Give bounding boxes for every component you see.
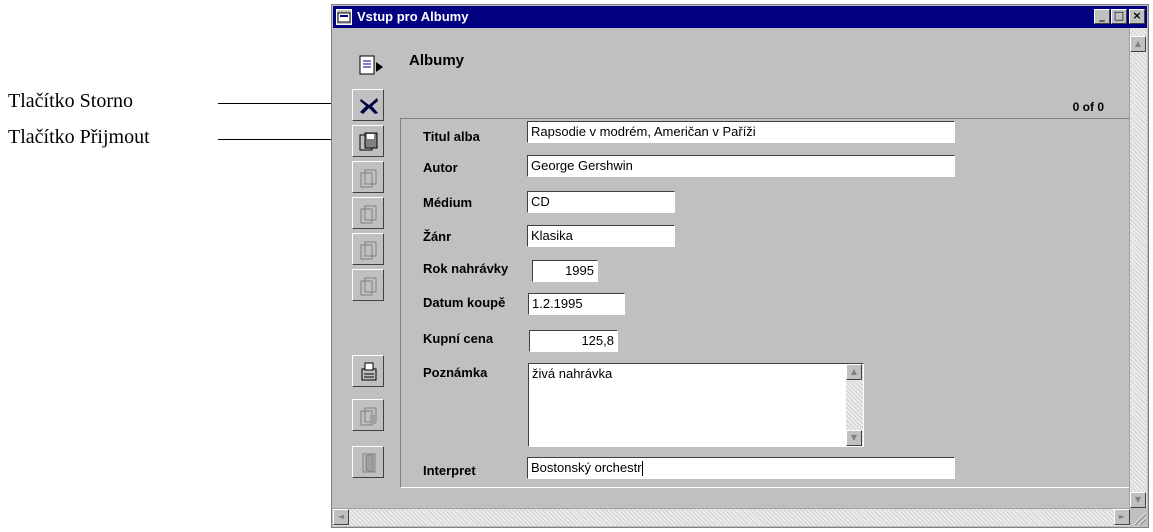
author-label: Autor xyxy=(423,160,458,175)
record-nav-icon xyxy=(360,277,377,296)
genre-field[interactable]: Klasika xyxy=(527,225,675,247)
record-nav-icon xyxy=(360,241,377,260)
note-memo-field[interactable]: živá nahrávka ▲ ▼ xyxy=(528,363,864,447)
next-record-button[interactable] xyxy=(352,233,384,265)
form-menu-icon xyxy=(359,55,383,75)
minimize-button[interactable]: _ xyxy=(1094,9,1110,24)
resize-grip-icon[interactable] xyxy=(1130,509,1147,526)
form-menu-button[interactable] xyxy=(352,47,384,79)
cancel-x-icon xyxy=(360,98,378,114)
purchase-date-field[interactable]: 1.2.1995 xyxy=(528,293,625,315)
accept-button[interactable] xyxy=(352,125,384,157)
delete-button[interactable] xyxy=(352,399,384,431)
album-title-label: Titul alba xyxy=(423,129,480,144)
form-title: Albumy xyxy=(409,52,465,69)
performer-field[interactable]: Bostonský orchestr xyxy=(527,457,955,479)
medium-field[interactable]: CD xyxy=(527,191,675,213)
note-scrollbar[interactable]: ▲ ▼ xyxy=(846,364,863,446)
genre-label: Žánr xyxy=(423,229,452,244)
record-nav-icon xyxy=(360,407,377,426)
cancel-button-callout: Tlačítko Storno xyxy=(8,90,133,112)
note-text: živá nahrávka xyxy=(532,366,613,381)
record-nav-icon xyxy=(360,205,377,224)
note-scroll-up-arrow[interactable]: ▲ xyxy=(846,364,862,380)
scroll-up-arrow[interactable]: ▲ xyxy=(1130,36,1146,52)
record-counter: 0 of 0 xyxy=(1072,100,1104,114)
purchase-price-label: Kupní cena xyxy=(423,331,494,346)
printer-icon xyxy=(361,362,377,381)
title-bar[interactable]: Vstup pro Albumy _ □ × xyxy=(333,6,1147,28)
note-label: Poznámka xyxy=(423,365,488,380)
print-button[interactable] xyxy=(352,355,384,387)
performer-label: Interpret xyxy=(423,463,476,478)
close-button[interactable]: × xyxy=(1129,9,1145,24)
scroll-right-arrow[interactable]: ► xyxy=(1114,509,1130,525)
vertical-scrollbar[interactable]: ▲ ▼ xyxy=(1129,28,1147,508)
medium-label: Médium xyxy=(423,195,473,210)
accept-button-callout: Tlačítko Přijmout xyxy=(8,126,150,148)
last-record-button[interactable] xyxy=(352,269,384,301)
recording-year-label: Rok nahrávky xyxy=(423,261,509,276)
record-nav-icon xyxy=(360,169,377,188)
scroll-left-arrow[interactable]: ◄ xyxy=(333,509,349,525)
maximize-button[interactable]: □ xyxy=(1111,9,1127,24)
author-field[interactable]: George Gershwin xyxy=(527,155,955,177)
cancel-callout-line xyxy=(218,103,346,104)
first-record-button[interactable] xyxy=(352,161,384,193)
scroll-down-arrow[interactable]: ▼ xyxy=(1130,492,1146,508)
window-title: Vstup pro Albumy xyxy=(357,9,469,24)
purchase-price-field[interactable]: 125,8 xyxy=(529,330,618,352)
cancel-button[interactable] xyxy=(352,89,384,121)
exit-door-icon xyxy=(362,453,376,473)
album-entry-window: Vstup pro Albumy _ □ × Albumy 0 of 0 Tit… xyxy=(331,4,1149,528)
accept-disk-icon xyxy=(359,132,378,151)
recording-year-field[interactable]: 1995 xyxy=(532,260,598,282)
previous-record-button[interactable] xyxy=(352,197,384,229)
horizontal-scrollbar[interactable]: ◄ ► xyxy=(333,508,1130,526)
exit-button[interactable] xyxy=(352,446,384,478)
text-cursor xyxy=(641,461,643,477)
performer-text: Bostonský orchestr xyxy=(531,460,642,475)
note-scroll-down-arrow[interactable]: ▼ xyxy=(846,430,862,446)
purchase-date-label: Datum koupě xyxy=(423,295,506,310)
album-title-field[interactable]: Rapsodie v modrém, Američan v Paříži xyxy=(527,121,955,143)
application-icon[interactable] xyxy=(336,9,352,25)
accept-callout-line xyxy=(218,139,346,140)
